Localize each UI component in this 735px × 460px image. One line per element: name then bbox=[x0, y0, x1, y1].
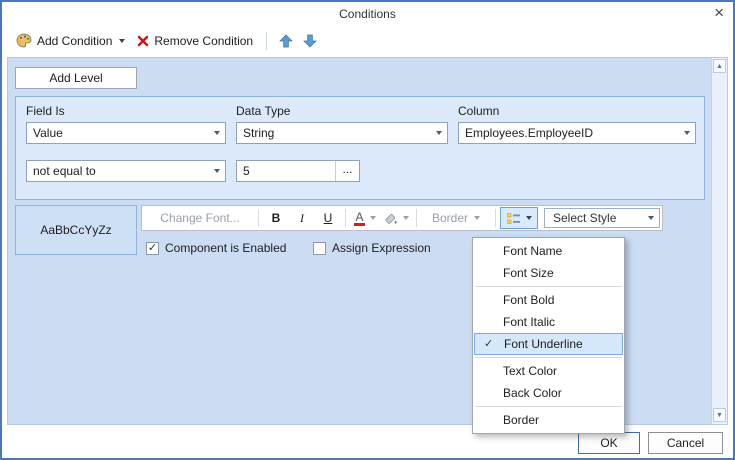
chevron-down-icon bbox=[403, 216, 409, 220]
toolbar-separator bbox=[495, 209, 496, 227]
move-down-button[interactable] bbox=[298, 31, 322, 51]
style-properties-menu: Font Name Font Size Font Bold Font Itali… bbox=[472, 237, 625, 434]
menu-item-text-color[interactable]: Text Color bbox=[473, 360, 624, 382]
data-type-label: Data Type bbox=[236, 104, 291, 118]
chevron-down-icon bbox=[209, 131, 225, 135]
chevron-down-icon bbox=[119, 39, 126, 43]
arrow-down-icon bbox=[303, 34, 317, 48]
toolbar-separator bbox=[345, 209, 346, 227]
chevron-down-icon bbox=[431, 131, 447, 135]
italic-button[interactable]: I bbox=[289, 208, 315, 228]
menu-item-back-color[interactable]: Back Color bbox=[473, 382, 624, 404]
change-font-button[interactable]: Change Font... bbox=[146, 208, 254, 228]
chevron-down-icon bbox=[679, 131, 695, 135]
move-up-button[interactable] bbox=[274, 31, 298, 51]
chevron-down-icon bbox=[643, 216, 659, 220]
add-condition-label: Add Condition bbox=[37, 34, 113, 48]
panel-scrollbar[interactable]: ▲ ▼ bbox=[711, 58, 727, 424]
paint-bucket-icon bbox=[383, 211, 398, 226]
menu-separator bbox=[475, 286, 622, 287]
title-bar: Conditions × bbox=[2, 2, 733, 26]
scroll-down-button[interactable]: ▼ bbox=[713, 408, 726, 422]
field-is-select[interactable]: Value bbox=[26, 122, 226, 144]
toolbar-separator bbox=[416, 209, 417, 227]
remove-condition-label: Remove Condition bbox=[154, 34, 254, 48]
menu-item-font-name[interactable]: Font Name bbox=[473, 240, 624, 262]
toolbar-separator bbox=[258, 209, 259, 227]
menu-item-font-italic[interactable]: Font Italic bbox=[473, 311, 624, 333]
arrow-up-icon bbox=[279, 34, 293, 48]
value-input[interactable]: 5 bbox=[237, 161, 335, 181]
menu-separator bbox=[475, 357, 622, 358]
menu-item-font-size[interactable]: Font Size bbox=[473, 262, 624, 284]
style-properties-button[interactable] bbox=[500, 207, 538, 229]
value-field: 5 ... bbox=[236, 160, 360, 182]
bold-button[interactable]: B bbox=[263, 208, 289, 228]
assign-expression-checkbox[interactable]: Assign Expression bbox=[313, 241, 431, 255]
add-condition-button[interactable]: Add Condition bbox=[10, 30, 131, 52]
data-type-select[interactable]: String bbox=[236, 122, 448, 144]
style-preview: AaBbCcYyZz bbox=[15, 205, 137, 255]
select-style-dropdown[interactable]: Select Style bbox=[544, 208, 660, 228]
check-icon: ✓ bbox=[147, 241, 158, 254]
chevron-down-icon bbox=[369, 216, 376, 220]
dialog-title: Conditions bbox=[339, 7, 396, 21]
list-icon bbox=[506, 211, 521, 226]
menu-item-font-underline[interactable]: ✓ Font Underline bbox=[474, 333, 623, 355]
ok-button[interactable]: OK bbox=[578, 432, 640, 454]
text-color-button[interactable]: A bbox=[350, 208, 380, 228]
add-level-button[interactable]: Add Level bbox=[15, 67, 137, 89]
chevron-down-icon bbox=[526, 216, 532, 220]
chevron-down-icon bbox=[209, 169, 225, 173]
toolbar: Add Condition Remove Condition bbox=[2, 26, 733, 56]
condition-box: Field Is Data Type Column Value String E… bbox=[15, 96, 705, 200]
fill-color-button[interactable] bbox=[380, 208, 412, 228]
cancel-button[interactable]: Cancel bbox=[648, 432, 723, 454]
operator-select[interactable]: not equal to bbox=[26, 160, 226, 182]
border-button[interactable]: Border bbox=[421, 208, 491, 228]
toolbar-separator bbox=[266, 32, 268, 50]
check-icon: ✓ bbox=[484, 338, 494, 350]
menu-separator bbox=[475, 406, 622, 407]
format-toolbar: Change Font... B I U A Border Select Sty… bbox=[141, 205, 663, 231]
field-is-label: Field Is bbox=[26, 104, 65, 118]
menu-item-border[interactable]: Border bbox=[473, 409, 624, 431]
browse-button[interactable]: ... bbox=[335, 161, 359, 181]
checkbox-box: ✓ bbox=[146, 241, 159, 255]
column-select[interactable]: Employees.EmployeeID bbox=[458, 122, 696, 144]
palette-icon bbox=[16, 33, 32, 49]
menu-item-font-bold[interactable]: Font Bold bbox=[473, 289, 624, 311]
remove-condition-button[interactable]: Remove Condition bbox=[131, 31, 259, 51]
close-button[interactable]: × bbox=[714, 3, 724, 23]
conditions-dialog: Conditions × Add Condition Remove Condit… bbox=[0, 0, 735, 460]
assign-expression-label: Assign Expression bbox=[332, 241, 431, 255]
component-enabled-label: Component is Enabled bbox=[165, 241, 287, 255]
text-color-icon: A bbox=[354, 209, 365, 226]
component-enabled-checkbox[interactable]: ✓ Component is Enabled bbox=[146, 241, 286, 255]
underline-button[interactable]: U bbox=[315, 208, 341, 228]
column-label: Column bbox=[458, 104, 500, 118]
scroll-up-button[interactable]: ▲ bbox=[713, 59, 726, 73]
remove-icon bbox=[137, 35, 149, 47]
checkbox-box bbox=[313, 241, 326, 255]
chevron-down-icon bbox=[474, 216, 481, 220]
